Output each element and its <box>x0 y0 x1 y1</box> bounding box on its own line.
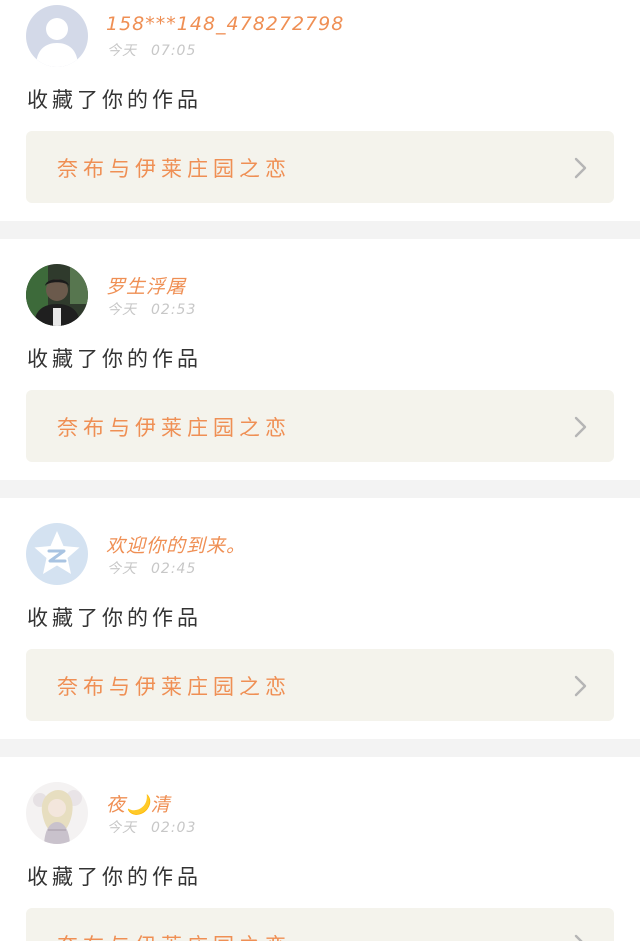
timestamp-day: 今天 <box>107 302 137 318</box>
chevron-right-icon <box>574 157 587 179</box>
work-title: 奈布与伊莱庄园之恋 <box>57 157 291 181</box>
chevron-right-icon <box>574 416 587 438</box>
timestamp-time: 02:53 <box>151 302 197 318</box>
notification-item: 夜🌙清 今天 02:03 收藏了你的作品 奈布与伊莱庄园之恋 <box>0 757 640 941</box>
notification-item: 罗生浮屠 今天 02:53 收藏了你的作品 奈布与伊莱庄园之恋 <box>0 239 640 462</box>
work-link[interactable]: 奈布与伊莱庄园之恋 <box>26 649 614 721</box>
action-text: 收藏了你的作品 <box>27 606 202 630</box>
anime-illustration-icon <box>26 782 88 844</box>
action-text: 收藏了你的作品 <box>27 347 202 371</box>
notification-feed: 158***148_478272798 今天 07:05 收藏了你的作品 奈布与伊… <box>0 0 640 941</box>
avatar[interactable] <box>26 523 88 585</box>
chevron-right-icon <box>574 934 583 941</box>
default-person-icon <box>26 5 88 67</box>
item-divider <box>0 480 640 498</box>
work-title: 奈布与伊莱庄园之恋 <box>57 416 291 440</box>
work-link[interactable]: 奈布与伊莱庄园之恋 <box>26 908 614 941</box>
notification-item: 欢迎你的到来。 今天 02:45 收藏了你的作品 奈布与伊莱庄园之恋 <box>0 498 640 721</box>
qzone-star-icon <box>26 523 88 585</box>
username[interactable]: 罗生浮屠 <box>106 272 186 299</box>
timestamp-day: 今天 <box>107 561 137 577</box>
username[interactable]: 夜🌙清 <box>106 790 171 817</box>
username[interactable]: 欢迎你的到来。 <box>106 531 246 558</box>
avatar[interactable] <box>26 5 88 67</box>
timestamp-day: 今天 <box>107 43 137 59</box>
work-title: 奈布与伊莱庄园之恋 <box>57 930 291 941</box>
username[interactable]: 158***148_478272798 <box>106 13 344 35</box>
work-title: 奈布与伊莱庄园之恋 <box>57 675 291 699</box>
work-link[interactable]: 奈布与伊莱庄园之恋 <box>26 131 614 203</box>
action-text: 收藏了你的作品 <box>27 88 202 112</box>
timestamp-day: 今天 <box>107 820 137 836</box>
item-divider <box>0 221 640 239</box>
notification-item: 158***148_478272798 今天 07:05 收藏了你的作品 奈布与伊… <box>0 0 640 221</box>
timestamp-time: 02:45 <box>151 561 197 577</box>
timestamp: 今天 07:05 <box>107 40 196 60</box>
timestamp-time: 07:05 <box>151 43 197 59</box>
avatar[interactable] <box>26 264 88 326</box>
timestamp-time: 02:03 <box>151 820 197 836</box>
work-link[interactable]: 奈布与伊莱庄园之恋 <box>26 390 614 462</box>
timestamp: 今天 02:03 <box>107 817 196 837</box>
timestamp: 今天 02:53 <box>107 299 196 319</box>
timestamp: 今天 02:45 <box>107 558 196 578</box>
action-text: 收藏了你的作品 <box>27 865 202 889</box>
person-photo-icon <box>26 264 88 326</box>
item-divider <box>0 739 640 757</box>
avatar[interactable] <box>26 782 88 844</box>
chevron-right-icon <box>574 675 587 697</box>
